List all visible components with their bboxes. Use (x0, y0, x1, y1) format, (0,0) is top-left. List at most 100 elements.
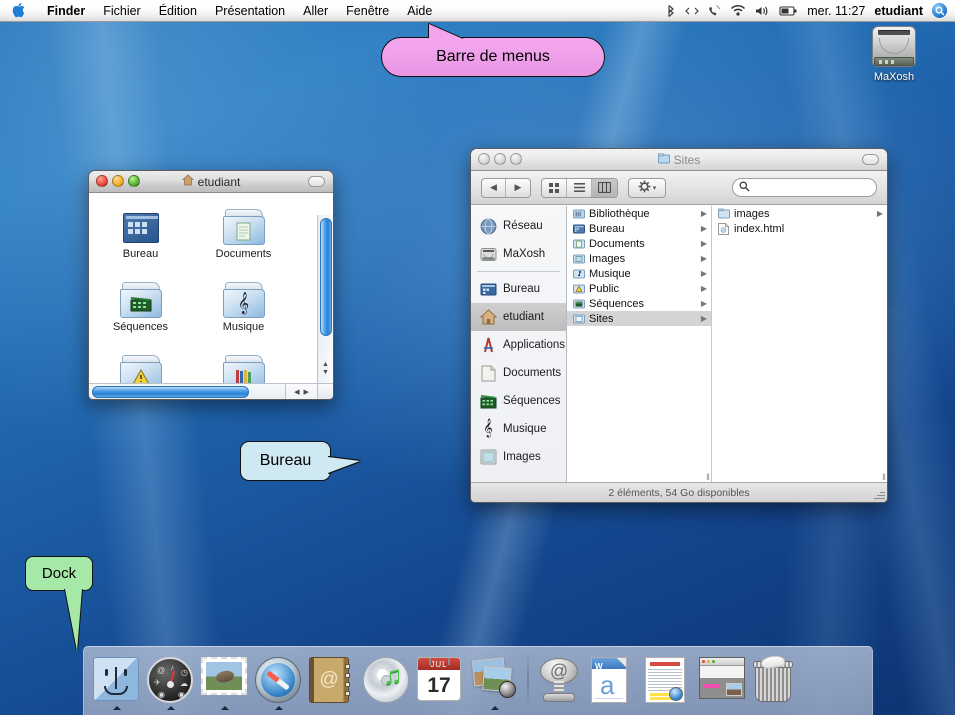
list-view-button[interactable] (567, 178, 592, 197)
spotlight-search-icon[interactable] (932, 3, 947, 18)
menu-aller[interactable]: Aller (294, 0, 337, 22)
sidebar-separator (477, 271, 560, 272)
dock-item-iphoto[interactable] (468, 649, 522, 711)
titlebar-etudiant[interactable]: etudiant (89, 171, 333, 193)
dock-item-itunes[interactable]: ♫ (360, 649, 414, 711)
icon-row: Public Bibliothèque (89, 349, 317, 383)
sites-folder-icon (572, 312, 585, 325)
dock-item-screenshot[interactable] (696, 649, 750, 711)
column-row[interactable]: Documents ▶ (567, 236, 711, 251)
close-button[interactable] (478, 153, 490, 165)
battery-icon[interactable] (779, 5, 798, 17)
zoom-button[interactable] (510, 153, 522, 165)
desktop-item-bibliotheque[interactable]: Bibliothèque (192, 349, 295, 383)
vertical-scrollbar-thumb[interactable] (320, 218, 332, 336)
scroll-right-arrow[interactable]: ▶ (304, 388, 309, 396)
sidebar-item-etudiant[interactable]: etudiant (471, 303, 566, 331)
menu-finder[interactable]: Finder (38, 0, 94, 22)
back-button[interactable]: ◀ (482, 178, 506, 197)
dock-item-trash[interactable] (750, 649, 804, 711)
dock-item-address-book[interactable]: @ (306, 649, 360, 711)
search-field[interactable] (732, 178, 877, 197)
column-row[interactable]: index.html (712, 221, 887, 236)
folder-icon (717, 207, 730, 220)
sidebar-item-musique[interactable]: 𝄞 Musique (471, 415, 566, 443)
dock-item-stamp[interactable]: @ (534, 649, 588, 711)
etudiant-content: Bureau Documents Séquences 𝄞 Musique ▲ ▼… (89, 193, 333, 399)
sidebar-item-applications[interactable]: Applications (471, 331, 566, 359)
dock-item-dashboard[interactable]: @ ♪ ◷ ✈ ☁ ◉ ◉ (144, 649, 198, 711)
dock-item-mail[interactable] (198, 649, 252, 711)
desktop-item-public[interactable]: Public (89, 349, 192, 383)
column-row-selected[interactable]: Sites ▶ (567, 311, 711, 326)
disclosure-arrow-icon: ▶ (700, 254, 707, 263)
desktop-item-documents[interactable]: Documents (192, 203, 295, 260)
volume-icon[interactable] (755, 5, 770, 17)
column-row[interactable]: Bibliothèque ▶ (567, 206, 711, 221)
icon-label: Bureau (122, 248, 159, 260)
apple-menu-icon[interactable] (11, 2, 25, 19)
window-resize-grip[interactable] (317, 383, 333, 399)
toolbar-toggle-button[interactable] (308, 176, 325, 187)
scroll-left-arrow[interactable]: ◀ (294, 388, 299, 396)
column-resize-grip[interactable]: ‖ (880, 472, 887, 482)
action-gear-button[interactable]: ▾ (628, 177, 666, 198)
forward-button[interactable]: ▶ (506, 179, 530, 197)
dock-item-word-document[interactable]: W a (588, 649, 642, 711)
dock-item-safari[interactable] (252, 649, 306, 711)
column-row[interactable]: Images ▶ (567, 251, 711, 266)
sidebar-item-reseau[interactable]: Réseau (471, 212, 566, 240)
window-etudiant[interactable]: etudiant Bureau Documents Séquences 𝄞 Mu… (88, 170, 334, 400)
hard-disk-icon (479, 245, 497, 263)
menu-fichier[interactable]: Fichier (94, 0, 150, 22)
window-sites[interactable]: Sites ◀ ▶ ▾ Réseau MaXosh Bureau etudian… (470, 148, 888, 503)
column-browser: Réseau MaXosh Bureau etudiant Applicatio… (471, 206, 887, 482)
scroll-down-arrow[interactable]: ▼ (322, 369, 329, 376)
menu-bar-clock[interactable]: mer. 11:27 (807, 4, 865, 18)
icon-view-button[interactable] (542, 178, 567, 197)
desktop-item-sequences[interactable]: Séquences (89, 276, 192, 333)
horizontal-scrollbar-thumb[interactable] (92, 386, 249, 398)
display-eject-icon[interactable] (685, 5, 700, 17)
sidebar-item-sequences[interactable]: Séquences (471, 387, 566, 415)
toolbar-toggle-button[interactable] (862, 154, 879, 165)
column-row[interactable]: Bureau ▶ (567, 221, 711, 236)
sidebar-item-maxosh[interactable]: MaXosh (471, 240, 566, 268)
airport-wifi-icon[interactable] (730, 4, 746, 17)
sidebar-item-images[interactable]: Images (471, 443, 566, 471)
column-row[interactable]: Séquences ▶ (567, 296, 711, 311)
desktop-drive-icon[interactable]: MaXosh (862, 24, 926, 83)
column-row[interactable]: Musique ▶ (567, 266, 711, 281)
titlebar-sites[interactable]: Sites (471, 149, 887, 171)
vertical-scroll-arrows[interactable]: ▲ ▼ (317, 353, 333, 383)
modem-phone-icon[interactable] (708, 4, 721, 17)
minimize-button[interactable] (112, 175, 124, 187)
menu-aide[interactable]: Aide (398, 0, 441, 22)
dock-item-html-document[interactable] (642, 649, 696, 711)
menu-presentation[interactable]: Présentation (206, 0, 294, 22)
close-button[interactable] (96, 175, 108, 187)
column-row[interactable]: Public ▶ (567, 281, 711, 296)
minimize-button[interactable] (494, 153, 506, 165)
desktop-item-bureau[interactable]: Bureau (89, 203, 192, 260)
bluetooth-icon[interactable] (666, 4, 676, 18)
horizontal-scrollbar[interactable] (89, 383, 317, 399)
search-input[interactable] (754, 181, 870, 194)
desktop-item-musique[interactable]: 𝄞 Musique (192, 276, 295, 333)
menu-edition[interactable]: Édition (150, 0, 206, 22)
sidebar-item-bureau[interactable]: Bureau (471, 275, 566, 303)
column-row[interactable]: images ▶ (712, 206, 887, 221)
dock-item-ical[interactable]: JUL 17 (414, 649, 468, 711)
menu-fenetre[interactable]: Fenêtre (337, 0, 398, 22)
horizontal-scroll-arrows[interactable]: ◀ ▶ (285, 383, 317, 399)
dock-item-finder[interactable] (90, 649, 144, 711)
search-magnifier-icon (739, 181, 750, 195)
window-resize-grip[interactable] (873, 488, 885, 500)
column-row-label: Séquences (589, 297, 645, 310)
zoom-button[interactable] (128, 175, 140, 187)
scroll-up-arrow[interactable]: ▲ (322, 361, 329, 368)
sidebar-item-documents[interactable]: Documents (471, 359, 566, 387)
fast-user-switching-label[interactable]: etudiant (874, 4, 923, 18)
column-view-button[interactable] (592, 178, 617, 197)
column-resize-grip[interactable]: ‖ (704, 472, 712, 482)
